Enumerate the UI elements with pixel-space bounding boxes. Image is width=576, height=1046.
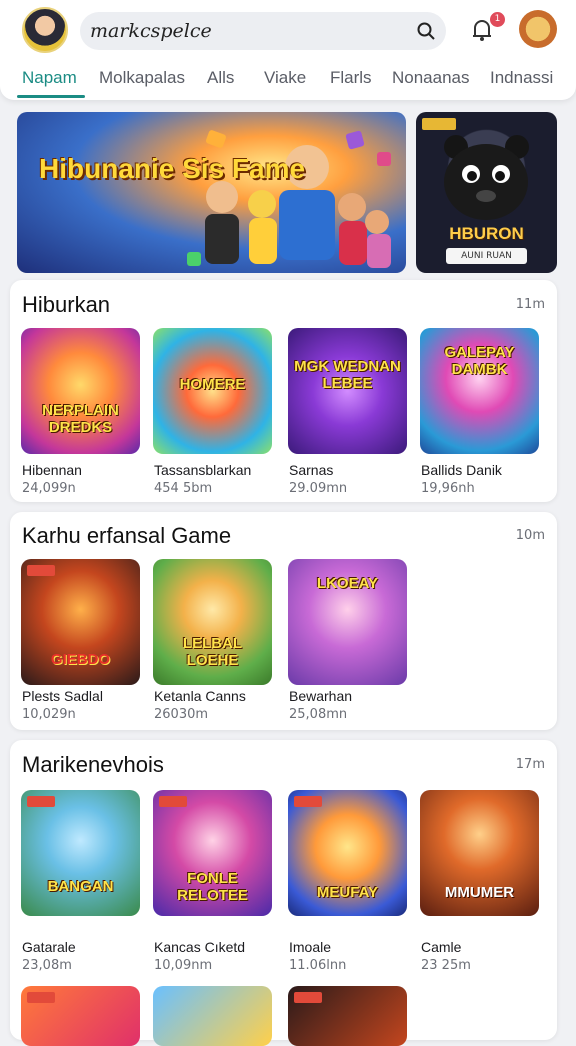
top-bar: markcspelce 1 Napam Molkapalas Alls Viak…: [0, 0, 576, 100]
featured-banner-title: Hibunanie Sis Fame: [39, 153, 306, 184]
game-name[interactable]: Hibennan: [22, 462, 82, 478]
section-karhu-erfansal-game: Karhu erfansal Game 10m GIEBDO Plests Sa…: [10, 512, 557, 730]
banner-characters-illustration: [187, 130, 391, 268]
featured-banner-main[interactable]: Hibunanie Sis Fame: [17, 112, 406, 273]
tab-molkapalas[interactable]: Molkapalas: [99, 68, 185, 88]
tab-indnassi[interactable]: Indnassi: [490, 68, 553, 88]
search-input[interactable]: markcspelce: [90, 20, 212, 42]
game-art-text: LELBAL LOEHE: [182, 635, 243, 669]
active-tab-indicator: [17, 95, 85, 98]
section-title: Hiburkan: [22, 292, 111, 317]
game-tile[interactable]: GIEBDO: [21, 559, 140, 685]
game-size: 24,099n: [22, 481, 76, 496]
game-badge: [27, 796, 55, 807]
game-size: 26030m: [154, 707, 209, 722]
game-size: 454 5bm: [154, 481, 213, 496]
section-meta: 17m: [515, 757, 545, 772]
game-art-text: MMUMER: [444, 884, 515, 901]
game-name[interactable]: Gatarale: [22, 939, 76, 955]
profile-mascot-icon[interactable]: [519, 10, 557, 48]
game-art-text: LKOEAY: [316, 575, 379, 592]
game-tile[interactable]: [153, 986, 272, 1046]
section-title: Marikenevhois: [22, 752, 164, 777]
game-badge: [159, 796, 187, 807]
game-art-text: BANGAN: [47, 878, 114, 895]
game-size: 10,029n: [22, 707, 76, 722]
game-size: 23 25m: [421, 958, 471, 973]
game-tile[interactable]: [288, 986, 407, 1046]
game-size: 25,08mn: [289, 707, 348, 722]
game-name[interactable]: Ballids Danik: [421, 462, 502, 478]
game-art-text: HOMERE: [179, 376, 246, 393]
game-badge: [294, 992, 322, 1003]
game-badge: [294, 796, 322, 807]
tab-napam[interactable]: Napam: [22, 68, 77, 88]
notification-badge: 1: [490, 12, 505, 27]
game-name[interactable]: Tassansblarkan: [154, 462, 251, 478]
game-tile[interactable]: LELBAL LOEHE: [153, 559, 272, 685]
featured-side-subtitle: AUNI RUAN: [446, 248, 527, 264]
featured-side-title: HBURON: [449, 224, 524, 243]
game-tile[interactable]: HOMERE: [153, 328, 272, 454]
tab-flarls[interactable]: Flarls: [330, 68, 372, 88]
game-name[interactable]: Bewarhan: [289, 688, 352, 704]
game-tile[interactable]: GALEPAY DAMBK: [420, 328, 539, 454]
section-marikenevhois: Marikenevhois 17m BANGAN Gatarale 23,08m…: [10, 740, 557, 1046]
game-tile[interactable]: BANGAN: [21, 790, 140, 916]
game-size: 11.06lnn: [289, 958, 347, 973]
game-name[interactable]: Sarnas: [289, 462, 333, 478]
game-size: 23,08m: [22, 958, 72, 973]
tab-alls[interactable]: Alls: [207, 68, 234, 88]
search-bar[interactable]: markcspelce: [80, 12, 446, 50]
game-badge: [27, 992, 55, 1003]
search-icon[interactable]: [416, 21, 436, 41]
game-art-text: GALEPAY DAMBK: [444, 344, 515, 378]
game-name[interactable]: Camle: [421, 939, 461, 955]
tab-viake[interactable]: Viake: [264, 68, 306, 88]
game-badge: [27, 565, 55, 576]
category-tabs: Napam Molkapalas Alls Viake Flarls Nonaa…: [0, 64, 576, 98]
user-avatar[interactable]: [22, 7, 68, 53]
game-art-text: MEUFAY: [316, 884, 379, 901]
game-tile[interactable]: MGK WEDNAN LEBEE: [288, 328, 407, 454]
game-tile[interactable]: FONLE RELOTEE: [153, 790, 272, 916]
section-meta: 10m: [515, 528, 545, 543]
game-name[interactable]: Imoale: [289, 939, 331, 955]
game-tile[interactable]: MEUFAY: [288, 790, 407, 916]
featured-banner-side[interactable]: HBURON AUNI RUAN: [416, 112, 557, 273]
game-tile[interactable]: NERPLAIN DREDKS: [21, 328, 140, 454]
game-art-text: GIEBDO: [50, 651, 111, 668]
tab-nonaanas[interactable]: Nonaanas: [392, 68, 470, 88]
game-tile[interactable]: LKOEAY: [288, 559, 407, 685]
game-art-text: MGK WEDNAN LEBEE: [294, 358, 401, 392]
section-title: Karhu erfansal Game: [22, 523, 232, 548]
game-name[interactable]: Kancas Cıketd: [154, 939, 245, 955]
game-name[interactable]: Ketanla Canns: [154, 688, 246, 704]
game-size: 29.09mn: [289, 481, 348, 496]
section-hiburkan: Hiburkan 11m NERPLAIN DREDKS Hibennan 24…: [10, 280, 557, 502]
game-tile[interactable]: [21, 986, 140, 1046]
game-size: 19,96nh: [421, 481, 475, 496]
game-size: 10,09nm: [154, 958, 213, 973]
game-art-text: FONLE RELOTEE: [177, 870, 248, 904]
section-meta: 11m: [515, 297, 545, 312]
game-name[interactable]: Plests Sadlal: [22, 688, 103, 704]
game-art-text: NERPLAIN DREDKS: [42, 402, 119, 436]
game-tile[interactable]: MMUMER: [420, 790, 539, 916]
